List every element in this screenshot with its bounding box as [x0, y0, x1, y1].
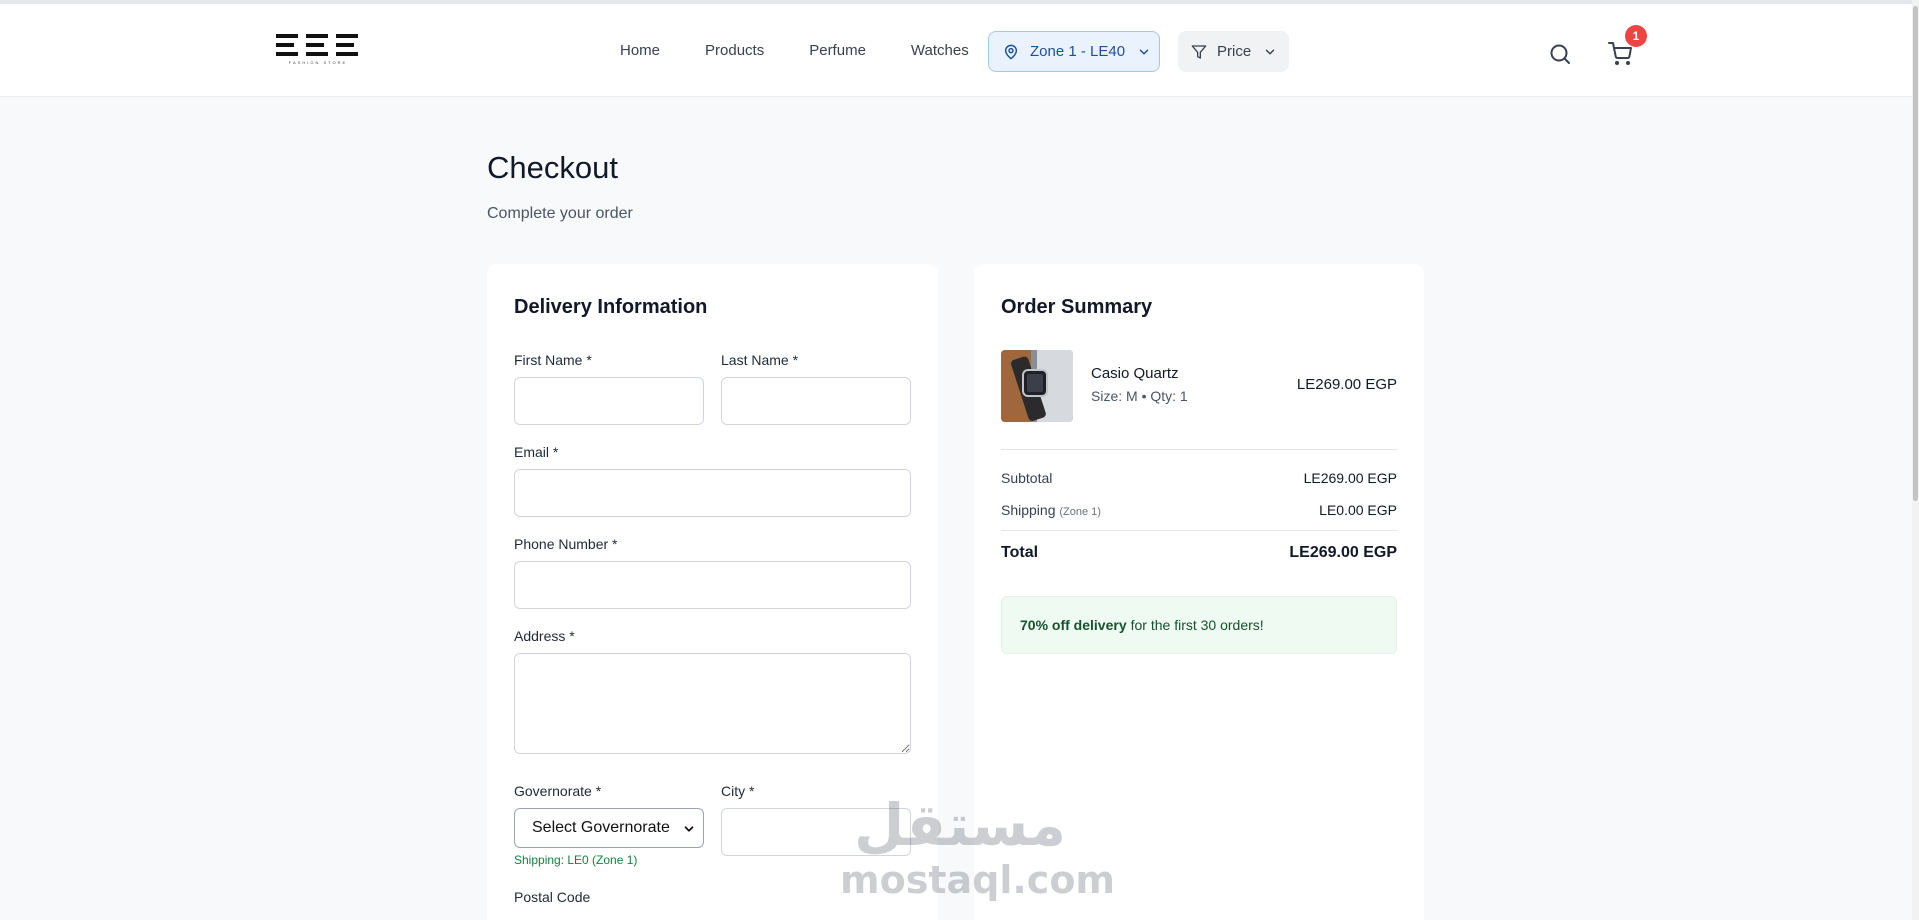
item-price: LE269.00 EGP: [1296, 376, 1397, 393]
phone-label: Phone Number *: [514, 536, 618, 552]
first-name-input[interactable]: [514, 377, 704, 425]
page-title: Checkout: [487, 150, 618, 185]
scrollbar-thumb[interactable]: [1913, 6, 1918, 501]
shipping-label: Shipping: [1001, 502, 1056, 518]
watermark-arabic: مستقل: [853, 791, 1067, 859]
site-header: FASHION STORE Home Products Perfume Watc…: [0, 4, 1912, 97]
delivery-title: Delivery Information: [514, 296, 708, 318]
governorate-select[interactable]: Select Governorate: [514, 808, 704, 848]
nav-products[interactable]: Products: [705, 42, 764, 59]
governorate-label: Governorate *: [514, 783, 602, 799]
shipping-value: LE0.00 EGP: [1319, 502, 1397, 518]
nav-home[interactable]: Home: [620, 42, 660, 59]
shipping-zone: (Zone 1): [1059, 506, 1101, 518]
page-subtitle: Complete your order: [487, 205, 633, 222]
filter-icon: [1191, 44, 1207, 59]
search-button[interactable]: [1548, 42, 1572, 66]
store-logo[interactable]: FASHION STORE: [276, 34, 360, 78]
chevron-down-icon: [1139, 49, 1149, 54]
zone-label: Zone 1 - LE40: [1030, 43, 1126, 60]
shipping-row-label: Shipping (Zone 1): [1001, 502, 1101, 518]
chevron-down-icon: [682, 822, 696, 836]
shopping-cart-icon: [1608, 42, 1632, 65]
price-filter-button[interactable]: Price: [1178, 31, 1289, 72]
first-name-label: First Name *: [514, 352, 592, 368]
cart-button[interactable]: [1608, 42, 1632, 66]
site-watermark: مستقل mostaql.com: [840, 790, 1116, 910]
nav-watches[interactable]: Watches: [911, 42, 969, 59]
product-thumbnail: [1001, 350, 1073, 422]
address-label: Address *: [514, 628, 575, 644]
item-meta: Size: M • Qty: 1: [1091, 388, 1188, 404]
summary-title: Order Summary: [1001, 296, 1153, 318]
price-label: Price: [1217, 43, 1252, 60]
email-label: Email *: [514, 444, 559, 460]
subtotal-value: LE269.00 EGP: [1303, 470, 1397, 486]
last-name-label: Last Name *: [721, 352, 799, 368]
last-name-input[interactable]: [721, 377, 911, 425]
cart-count-badge: 1: [1625, 25, 1647, 47]
shipping-note: Shipping: LE0 (Zone 1): [514, 853, 638, 867]
total-value: LE269.00 EGP: [1289, 544, 1397, 561]
zone-selector-button[interactable]: Zone 1 - LE40: [988, 31, 1160, 72]
address-textarea[interactable]: [514, 653, 911, 754]
logo-tagline: FASHION STORE: [288, 60, 348, 65]
divider: [1001, 449, 1397, 450]
delivery-promo-banner: 70% off delivery for the first 30 orders…: [1001, 596, 1397, 654]
search-icon: [1550, 44, 1570, 64]
main-nav: Home Products Perfume Watches: [620, 4, 969, 97]
promo-highlight: 70% off delivery: [1020, 617, 1127, 633]
chevron-down-icon: [1265, 49, 1275, 54]
subtotal-label: Subtotal: [1001, 470, 1053, 486]
location-pin-icon: [1004, 44, 1018, 59]
watermark-latin: mostaql.com: [840, 858, 1116, 902]
divider: [1001, 530, 1397, 531]
total-label: Total: [1001, 544, 1039, 561]
logo-mark: [276, 34, 360, 56]
nav-perfume[interactable]: Perfume: [809, 42, 866, 59]
email-input[interactable]: [514, 469, 911, 517]
governorate-select-value: Select Governorate: [532, 819, 670, 836]
postal-code-label: Postal Code: [514, 889, 591, 905]
item-name: Casio Quartz: [1091, 365, 1179, 382]
page-scrollbar[interactable]: [1912, 0, 1919, 920]
city-label: City *: [721, 783, 755, 799]
phone-input[interactable]: [514, 561, 911, 609]
promo-text: for the first 30 orders!: [1130, 617, 1264, 633]
